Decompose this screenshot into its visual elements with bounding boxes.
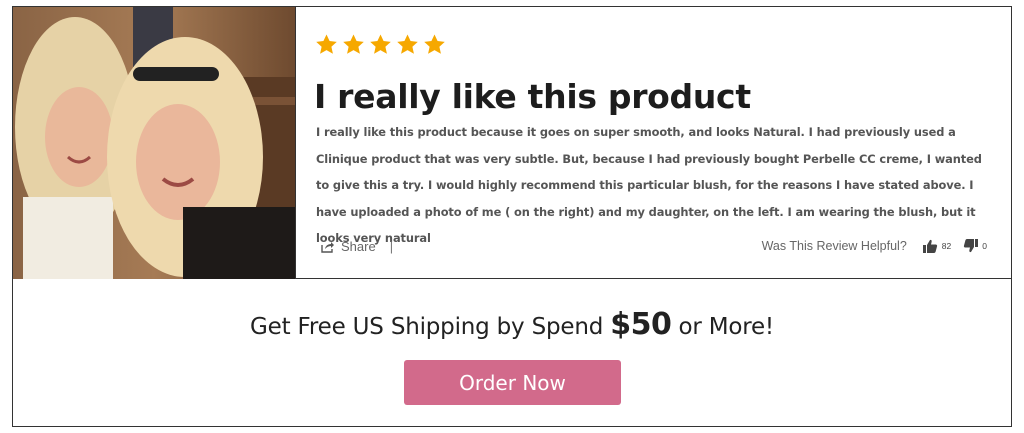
star-rating — [315, 33, 446, 56]
review-helpfulness: Was This Review Helpful? 82 0 — [762, 239, 987, 253]
share-separator: | — [389, 239, 394, 254]
downvote-count: 0 — [982, 241, 987, 251]
review-text: I really like this product because it go… — [316, 125, 982, 245]
review-card: I really like this product I really like… — [12, 6, 1012, 427]
promo-suffix: or More! — [671, 314, 774, 340]
share-button[interactable]: Share | — [321, 239, 393, 254]
shipping-promo: Get Free US Shipping by Spend $50 or Mor… — [13, 307, 1011, 342]
share-icon — [321, 241, 334, 253]
review-content: I really like this product I really like… — [313, 7, 1011, 279]
thumbs-down-icon — [964, 239, 979, 253]
helpful-question: Was This Review Helpful? — [761, 239, 907, 253]
order-now-button[interactable]: Order Now — [404, 360, 621, 405]
star-icon — [397, 34, 418, 54]
thumbs-up-icon — [922, 239, 937, 253]
review-section: I really like this product I really like… — [13, 7, 1011, 279]
upvote-count: 82 — [941, 241, 952, 251]
star-icon — [424, 34, 445, 54]
promo-prefix: Get Free US Shipping by Spend — [250, 314, 611, 340]
promo-amount: $50 — [610, 307, 672, 342]
share-label: Share — [341, 239, 376, 254]
review-title: I really like this product — [314, 77, 751, 116]
helpful-yes-button[interactable]: 82 — [922, 239, 952, 253]
star-icon — [343, 34, 364, 54]
review-photo[interactable] — [13, 7, 296, 279]
star-icon — [370, 34, 391, 54]
star-icon — [316, 34, 337, 54]
helpful-no-button[interactable]: 0 — [963, 239, 987, 253]
